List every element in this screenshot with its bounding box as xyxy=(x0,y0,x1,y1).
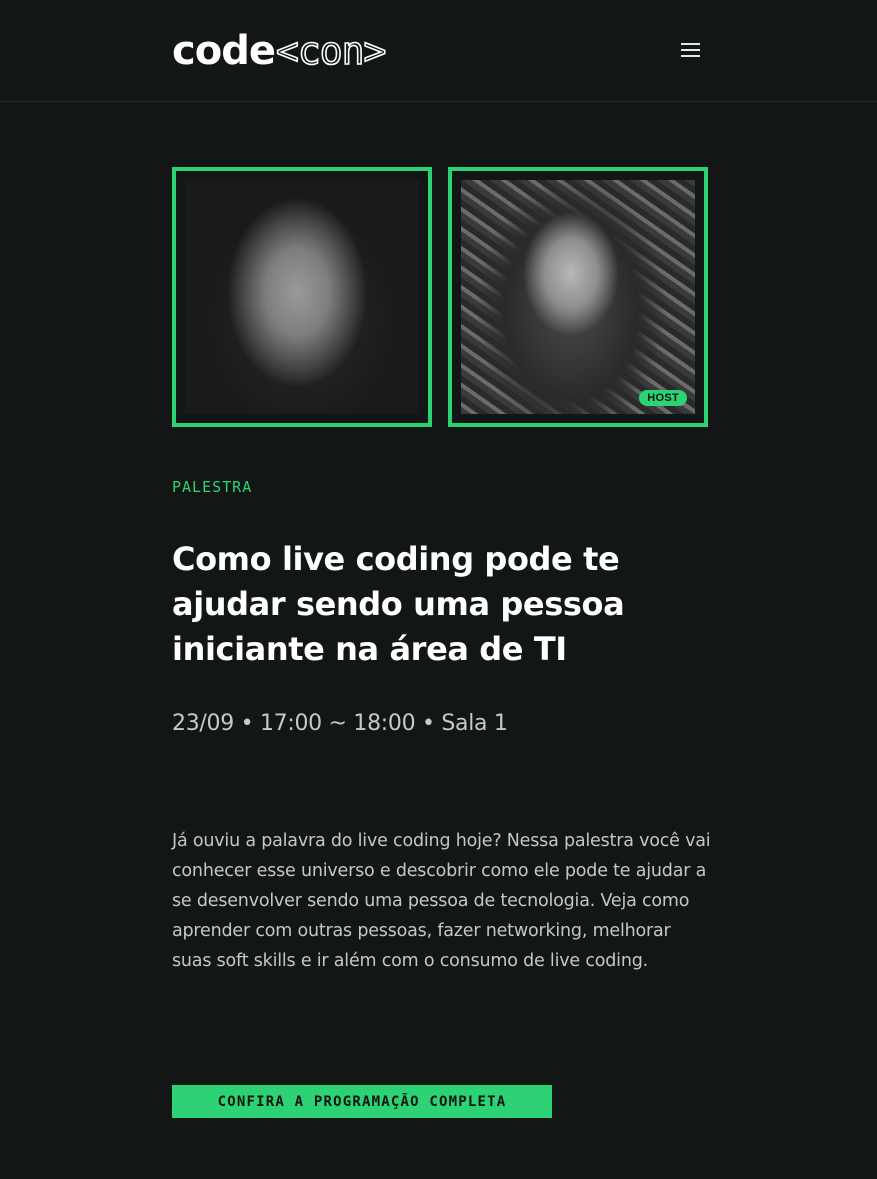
codecon-logo[interactable]: code <con> xyxy=(172,28,387,74)
host-badge: HOST xyxy=(639,390,687,406)
speaker-photo-frame-2: HOST xyxy=(448,167,708,427)
talk-title: Como live coding pode te ajudar sendo um… xyxy=(172,540,625,668)
speaker-photo-2: HOST xyxy=(461,180,695,414)
talk-description: Já ouviu a palavra do live coding hoje? … xyxy=(172,831,711,971)
menu-line-middle xyxy=(681,49,700,51)
logo-con-text: <con> xyxy=(275,29,387,73)
talk-category: PALESTRA xyxy=(172,478,253,496)
menu-line-bottom xyxy=(681,55,700,57)
talk-schedule: 23/09 • 17:00 ~ 18:00 • Sala 1 xyxy=(172,711,508,736)
full-schedule-button[interactable]: CONFIRA A PROGRAMAÇÃO COMPLETA xyxy=(172,1085,552,1118)
speaker-photo-1 xyxy=(185,180,419,414)
site-header: code <con> xyxy=(0,0,877,102)
menu-line-top xyxy=(681,43,700,45)
hamburger-menu-icon[interactable] xyxy=(676,38,704,62)
logo-code-text: code xyxy=(172,28,276,74)
speaker-photo-frame-1 xyxy=(172,167,432,427)
